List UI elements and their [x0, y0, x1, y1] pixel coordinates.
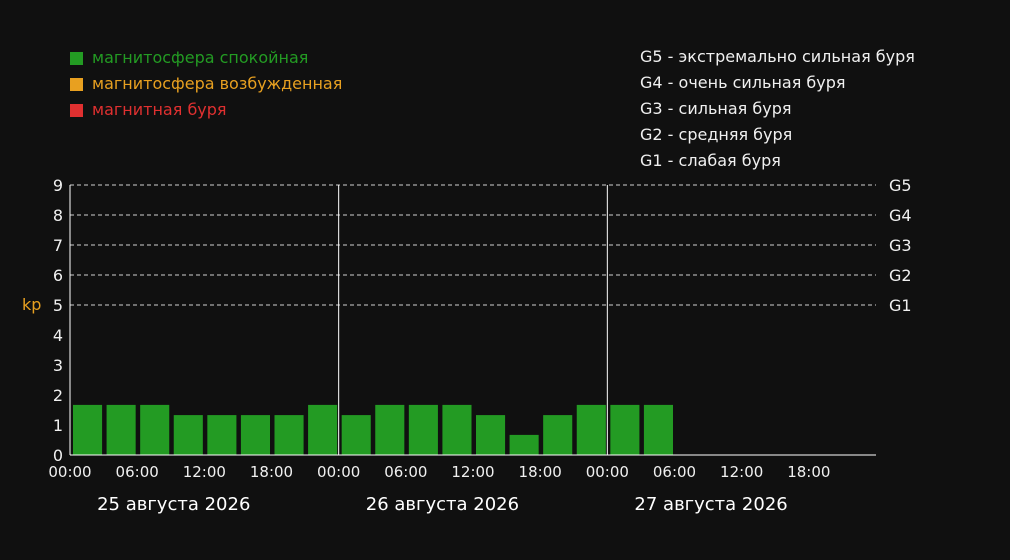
y-tick-label: 6 [53, 266, 63, 285]
day-label: 26 августа 2026 [366, 494, 519, 515]
y-tick-label: 3 [53, 356, 63, 375]
x-tick-label: 06:00 [384, 463, 427, 481]
kp-bar [375, 404, 405, 455]
x-tick-label: 12:00 [183, 463, 226, 481]
kp-bar [576, 404, 606, 455]
y-tick-label: 5 [53, 296, 63, 315]
kp-bar [308, 404, 338, 455]
kp-bar [643, 404, 673, 455]
kp-bar [442, 404, 472, 455]
x-tick-label: 12:00 [720, 463, 763, 481]
storm-level-label: G5 [889, 176, 912, 195]
storm-level-label: G1 [889, 296, 912, 315]
kp-bar [543, 415, 573, 455]
kp-bar [341, 415, 371, 455]
kp-bar [274, 415, 304, 455]
kp-bar [140, 404, 170, 455]
x-tick-label: 00:00 [48, 463, 91, 481]
kp-bar [106, 404, 136, 455]
x-tick-label: 06:00 [116, 463, 159, 481]
x-tick-label: 12:00 [451, 463, 494, 481]
x-tick-label: 18:00 [787, 463, 830, 481]
x-tick-label: 18:00 [250, 463, 293, 481]
x-tick-label: 18:00 [519, 463, 562, 481]
y-tick-label: 9 [53, 176, 63, 195]
kp-chart: G1G2G3G4G50123456789kp00:00 06:00 12:00 18:… [22, 176, 912, 515]
storm-level-label: G2 [889, 266, 912, 285]
kp-bar [408, 404, 438, 455]
y-tick-label: 2 [53, 386, 63, 405]
kp-bar [240, 415, 270, 455]
y-axis-label: kp [22, 295, 41, 314]
day-label: 25 августа 2026 [97, 494, 250, 515]
kp-bar [73, 404, 103, 455]
day-label: 27 августа 2026 [634, 494, 787, 515]
kp-bar [173, 415, 203, 455]
storm-level-label: G4 [889, 206, 912, 225]
y-tick-label: 8 [53, 206, 63, 225]
kp-bar [207, 415, 237, 455]
x-tick-label: 06:00 [653, 463, 696, 481]
y-tick-label: 1 [53, 416, 63, 435]
kp-bar [476, 415, 506, 455]
kp-bar [509, 434, 539, 455]
kp-bar [610, 404, 640, 455]
storm-level-label: G3 [889, 236, 912, 255]
x-tick-label: 00:00 [317, 463, 360, 481]
y-tick-label: 7 [53, 236, 63, 255]
y-tick-label: 4 [53, 326, 63, 345]
x-tick-label: 00:00 [586, 463, 629, 481]
